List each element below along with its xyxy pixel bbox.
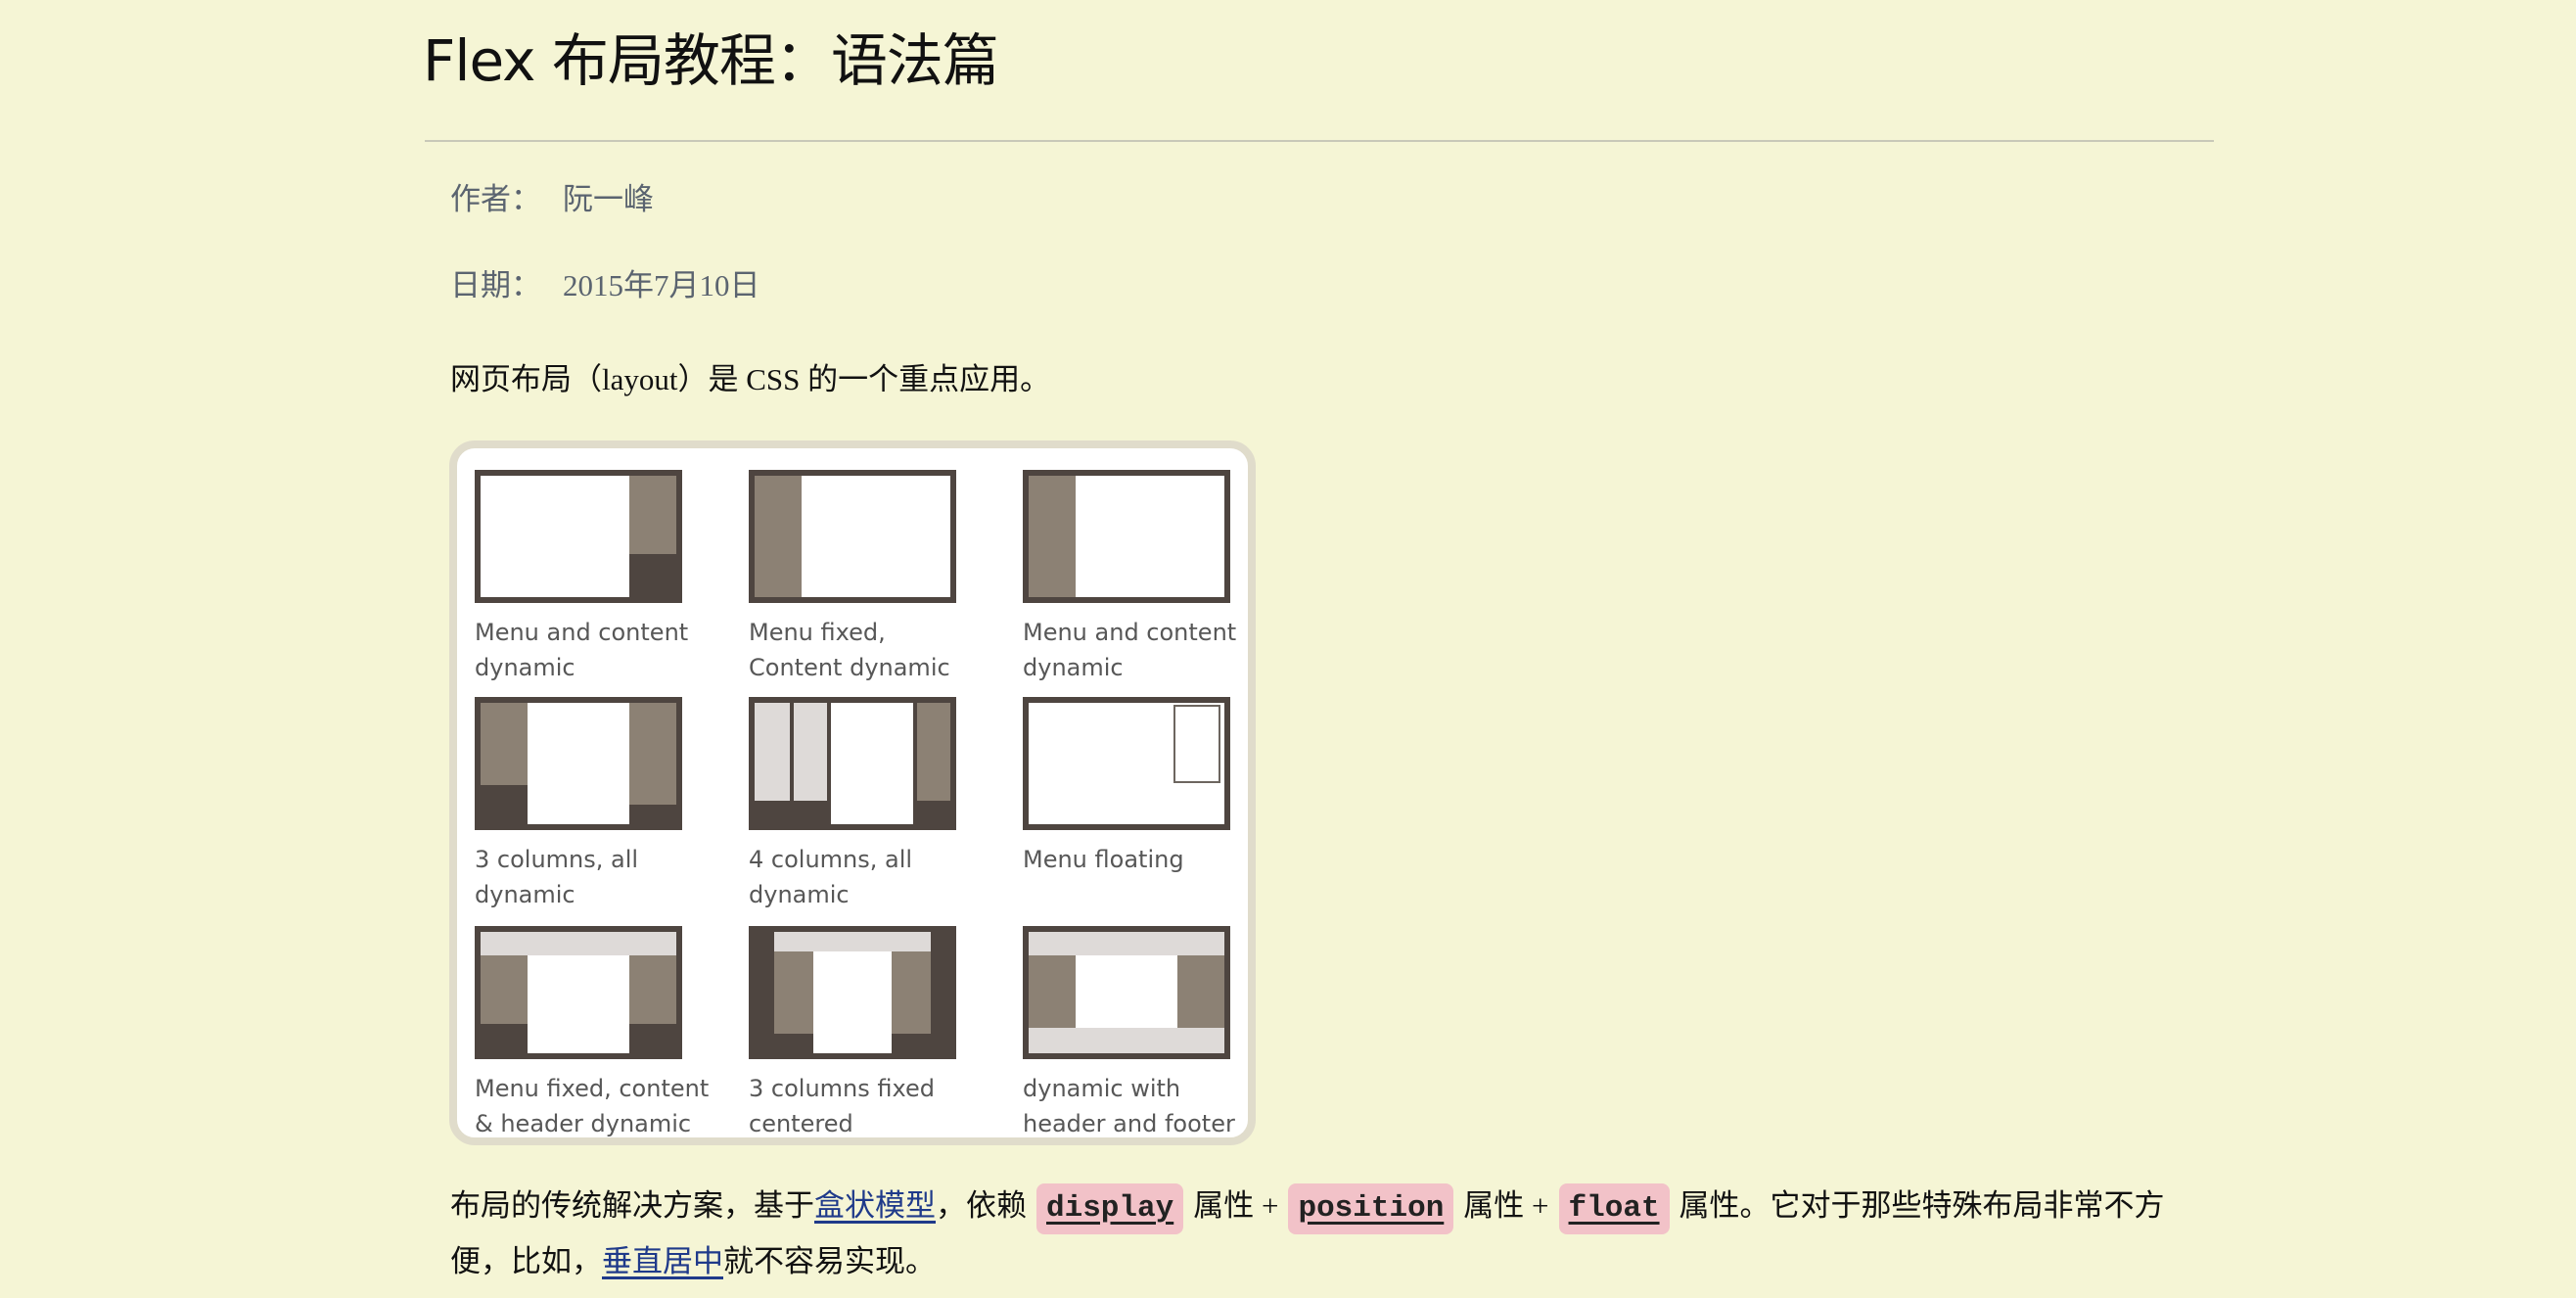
box-model-link[interactable]: 盒状模型 (814, 1188, 936, 1223)
paragraph-text: 属性 + (1193, 1188, 1279, 1223)
intro-paragraph: 网页布局（layout）是 CSS 的一个重点应用。 (450, 362, 1051, 396)
layout-solution-paragraph: 布局的传统解决方案，基于盒状模型，依赖 display 属性 + position 属性… (450, 1179, 2202, 1289)
layout-caption-8: 3 columns fixed centered (749, 1075, 935, 1137)
page-title: Flex 布局教程：语法篇 (423, 27, 999, 94)
paragraph-text: 就不容易实现。 (723, 1243, 936, 1278)
title-divider (425, 140, 2214, 142)
code-display[interactable]: display (1036, 1182, 1184, 1234)
layout-thumb-4 (475, 697, 682, 830)
paragraph-text: 布局的传统解决方案，基于 (450, 1188, 814, 1223)
layout-examples-figure: Menu and content dynamic Menu fixed, Con… (449, 440, 1256, 1145)
layout-caption-6: Menu floating (1023, 846, 1184, 873)
date-line: 日期： 2015年7月10日 (450, 264, 760, 307)
publish-date: 2015年7月10日 (563, 268, 760, 302)
layout-thumb-5 (749, 697, 956, 830)
layout-thumb-2 (749, 470, 956, 603)
vertical-center-link[interactable]: 垂直居中 (602, 1244, 723, 1278)
author-line: 作者： 阮一峰 (450, 178, 654, 221)
layout-caption-9: dynamic with header and footer (1023, 1075, 1235, 1137)
date-label: 日期： (450, 268, 541, 302)
author-name: 阮一峰 (563, 182, 654, 216)
paragraph-text: ，依赖 (936, 1188, 1027, 1223)
paragraph-text: 属性 + (1463, 1188, 1549, 1223)
layout-caption-5: 4 columns, all dynamic (749, 846, 913, 908)
code-float[interactable]: float (1558, 1182, 1670, 1234)
layout-thumb-3 (1023, 470, 1230, 603)
layout-caption-7: Menu fixed, content & header dynamic (475, 1075, 710, 1137)
layout-thumb-9 (1023, 926, 1230, 1059)
layout-thumb-1 (475, 470, 682, 603)
layout-thumb-8 (749, 926, 956, 1059)
layout-thumb-6 (1023, 697, 1230, 830)
layout-caption-3: Menu and content dynamic (1023, 619, 1237, 681)
author-label: 作者： (450, 182, 541, 216)
layout-thumb-7 (475, 926, 682, 1059)
code-position[interactable]: position (1288, 1182, 1454, 1234)
layout-caption-4: 3 columns, all dynamic (475, 846, 639, 908)
layout-caption-2: Menu fixed, Content dynamic (749, 619, 950, 681)
layout-caption-1: Menu and content dynamic (475, 619, 689, 681)
